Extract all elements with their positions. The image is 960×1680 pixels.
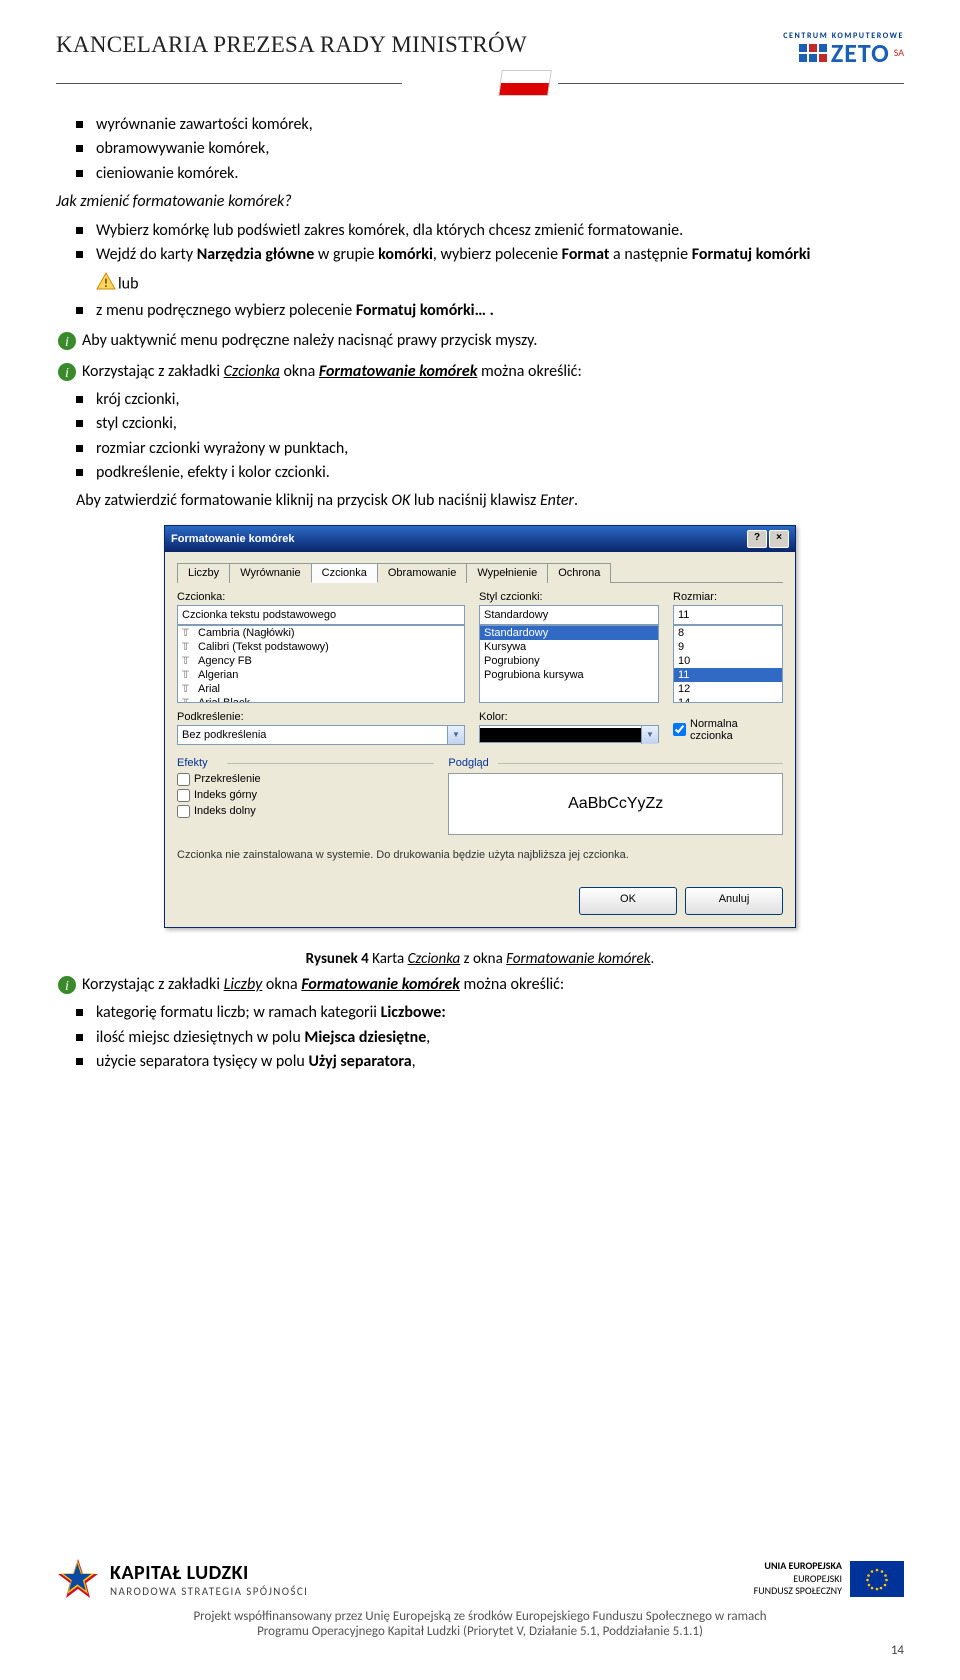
ok-button[interactable]: OK [579,887,677,915]
info-icon: i [56,331,78,351]
list-item: styl czcionki, [96,413,904,435]
divider [558,83,904,84]
page-number: 14 [56,1643,904,1658]
svg-text:i: i [65,335,69,350]
normal-font-checkbox[interactable]: Normalna czcionka [673,718,783,742]
footer-line-2: Programu Operacyjnego Kapitał Ludzki (Pr… [56,1624,904,1639]
list-item: krój czcionki, [96,389,904,411]
style-label: Styl czcionki: [479,591,659,603]
tab-fill[interactable]: Wypełnienie [466,563,548,583]
list-item: wyrównanie zawartości komórek, [96,114,904,136]
cancel-button[interactable]: Anuluj [685,887,783,915]
underline-select[interactable] [177,725,465,745]
list-item: użycie separatora tysięcy w polu Użyj se… [96,1051,904,1073]
info-icon: i [56,975,78,995]
color-select[interactable] [479,725,659,743]
tab-numbers[interactable]: Liczby [177,563,230,583]
question-heading: Jak zmienić formatowanie komórek? [56,191,904,213]
superscript-checkbox[interactable]: Indeks górny [177,789,434,802]
effects-group: Efekty [177,757,434,769]
svg-text:!: ! [104,277,108,290]
format-cells-dialog: Formatowanie komórek ? × Liczby Wyrównan… [164,525,796,928]
font-label: Czcionka: [177,591,465,603]
warning-icon: ! [96,272,116,297]
zeto-logo-sa: SA [894,48,904,58]
font-listbox[interactable]: 𝕋Cambria (Nagłówki) 𝕋Calibri (Tekst pods… [177,625,465,703]
truetype-icon: 𝕋 [182,656,194,666]
list-item: z menu podręcznego wybierz polecenie For… [96,300,904,322]
dialog-titlebar: Formatowanie komórek ? × [165,526,795,552]
list-item: cieniowanie komórek. [96,163,904,185]
truetype-icon: 𝕋 [182,642,194,652]
size-label: Rozmiar: [673,591,783,603]
eu-flag-icon [850,1561,904,1597]
info-icon: i [56,362,78,382]
strike-checkbox[interactable]: Przekreślenie [177,773,434,786]
star-icon [56,1557,100,1601]
figure-caption: Rysunek 4 Karta Czcionka z okna Formatow… [56,950,904,968]
kapital-ludzki-logo: KAPITAŁ LUDZKI NARODOWA STRATEGIA SPÓJNO… [56,1557,308,1601]
truetype-icon: 𝕋 [182,670,194,680]
truetype-icon: 𝕋 [182,698,194,703]
svg-text:i: i [65,366,69,381]
style-input[interactable] [479,605,659,625]
tab-font[interactable]: Czcionka [311,563,378,583]
list-item: kategorię formatu liczb; w ramach katego… [96,1002,904,1024]
subscript-checkbox[interactable]: Indeks dolny [177,805,434,818]
tab-alignment[interactable]: Wyrównanie [229,563,311,583]
list-item: rozmiar czcionki wyrażony w punktach, [96,438,904,460]
tab-border[interactable]: Obramowanie [377,563,467,583]
close-button[interactable]: × [769,530,789,548]
list-item: obramowywanie komórek, [96,138,904,160]
font-preview: AaBbCcYyZz [448,773,783,835]
info-text: Korzystając z zakładki Liczby okna Forma… [82,975,564,994]
help-button[interactable]: ? [747,530,767,548]
zeto-pixel-icon [799,44,827,62]
chevron-down-icon[interactable]: ▼ [641,726,658,744]
size-input[interactable] [673,605,783,625]
dialog-tabs: Liczby Wyrównanie Czcionka Obramowanie W… [177,562,783,583]
confirm-text: Aby zatwierdzić formatowanie kliknij na … [76,490,904,512]
preview-group: Podgląd [448,757,783,769]
size-listbox[interactable]: 8 9 10 11 12 14 [673,625,783,703]
style-listbox[interactable]: Standardowy Kursywa Pogrubiony Pogrubion… [479,625,659,703]
zeto-logo-text: ZETO [831,40,890,66]
eu-logo: UNIA EUROPEJSKA EUROPEJSKI FUNDUSZ SPOŁE… [754,1560,904,1598]
flag-icon [498,70,552,96]
underline-label: Podkreślenie: [177,711,465,723]
truetype-icon: 𝕋 [182,628,194,638]
chevron-down-icon[interactable]: ▼ [447,726,464,744]
zeto-logo: CENTRUM KOMPUTEROWE ZETOSA [783,32,904,66]
list-item: ilość miejsc dziesiętnych w polu Miejsca… [96,1027,904,1049]
truetype-icon: 𝕋 [182,684,194,694]
svg-text:i: i [65,979,69,994]
dialog-note: Czcionka nie zainstalowana w systemie. D… [177,849,783,861]
page-header-title: KANCELARIA PREZESA RADY MINISTRÓW [56,32,527,58]
page-footer: KAPITAŁ LUDZKI NARODOWA STRATEGIA SPÓJNO… [0,1547,960,1672]
font-input[interactable] [177,605,465,625]
list-item: Wejdź do karty Narzędzia główne w grupie… [96,244,904,298]
tab-protection[interactable]: Ochrona [547,563,611,583]
divider [56,83,402,84]
info-text: Korzystając z zakładki Czcionka okna For… [82,362,582,381]
footer-line-1: Projekt współfinansowany przez Unię Euro… [56,1609,904,1624]
color-label: Kolor: [479,711,659,723]
info-text: Aby uaktywnić menu podręczne należy naci… [82,331,537,350]
dialog-title: Formatowanie komórek [171,533,294,545]
list-item: podkreślenie, efekty i kolor czcionki. [96,462,904,484]
list-item: Wybierz komórkę lub podświetl zakres kom… [96,220,904,242]
